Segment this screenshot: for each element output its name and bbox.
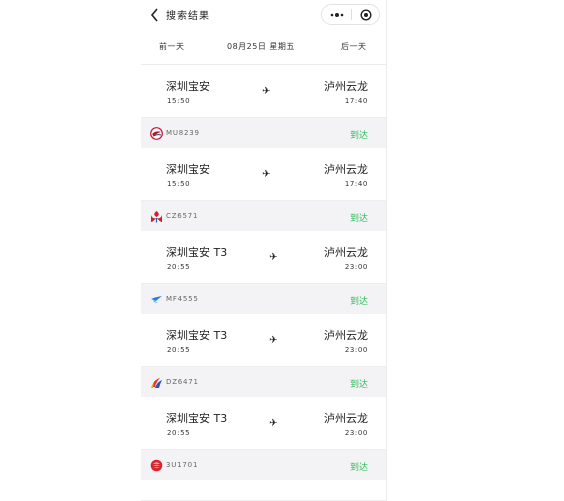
arrival-airport: 泸州云龙	[324, 246, 368, 259]
flight-header: CZ6571 到达	[141, 201, 386, 231]
flight-header: DZ6471 到达	[141, 367, 386, 397]
navigation-bar: 搜索结果	[141, 0, 386, 30]
flight-header: MF4555 到达	[141, 284, 386, 314]
arrival-airport: 泸州云龙	[324, 80, 368, 93]
route-card[interactable]: 深圳宝安 15:50 ✈ 泸州云龙 17:40	[141, 65, 386, 118]
flight-list: 深圳宝安 15:50 ✈ 泸州云龙 17:40 MU8239 到达 深圳宝安 1…	[141, 65, 386, 501]
departure-time: 20:55	[167, 263, 191, 271]
flight-number: MU8239	[166, 129, 200, 137]
chevron-left-icon[interactable]	[149, 7, 161, 23]
status-badge: 到达	[349, 131, 368, 141]
status-badge: 到达	[349, 297, 368, 307]
mini-program-capsule	[321, 4, 380, 25]
flight-header: MU8239 到达	[141, 118, 386, 148]
departure-airport: 深圳宝安	[166, 80, 210, 93]
status-badge: 到达	[349, 214, 368, 224]
flight-header: 3U1701 到达	[141, 450, 386, 480]
next-day-button[interactable]: 后一天	[341, 41, 367, 52]
route-card-partial[interactable]	[141, 480, 386, 501]
status-badge: 到达	[349, 380, 368, 390]
route-card[interactable]: 深圳宝安 T3 20:55 ✈ 泸州云龙 23:00	[141, 397, 386, 450]
plane-icon: ✈	[269, 335, 278, 346]
departure-airport: 深圳宝安 T3	[166, 412, 228, 425]
flight-number: DZ6471	[166, 378, 199, 386]
plane-icon: ✈	[269, 252, 278, 263]
arrival-time: 17:40	[344, 97, 368, 105]
departure-time: 20:55	[167, 346, 191, 354]
departure-airport: 深圳宝安 T3	[166, 246, 228, 259]
target-circle-icon[interactable]	[352, 5, 379, 24]
flight-number: MF4555	[166, 295, 199, 303]
departure-time: 15:50	[167, 97, 191, 105]
arrival-time: 23:00	[344, 263, 368, 271]
page-title: 搜索结果	[166, 11, 210, 22]
xiamen-airlines-logo	[151, 296, 162, 303]
departure-time: 15:50	[167, 180, 191, 188]
sichuan-airlines-logo	[150, 459, 163, 472]
departure-airport: 深圳宝安 T3	[166, 329, 228, 342]
flight-number: 3U1701	[166, 461, 199, 469]
prev-day-button[interactable]: 前一天	[159, 41, 185, 52]
arrival-airport: 泸州云龙	[324, 329, 368, 342]
departure-airport: 深圳宝安	[166, 163, 210, 176]
arrival-time: 17:40	[344, 180, 368, 188]
route-card[interactable]: 深圳宝安 15:50 ✈ 泸州云龙 17:40	[141, 148, 386, 201]
phone-screen: 搜索结果 前一天 08月25日 星期五 后一天 深圳宝安 15:50 ✈ 泸州云…	[141, 0, 387, 501]
departure-time: 20:55	[167, 429, 191, 437]
flight-number: CZ6571	[166, 212, 199, 220]
plane-icon: ✈	[262, 86, 271, 97]
china-eastern-logo	[150, 127, 163, 140]
more-dots-icon[interactable]	[322, 5, 351, 24]
arrival-time: 23:00	[344, 346, 368, 354]
route-card[interactable]: 深圳宝安 T3 20:55 ✈ 泸州云龙 23:00	[141, 231, 386, 284]
arrival-airport: 泸州云龙	[324, 412, 368, 425]
date-selector: 前一天 08月25日 星期五 后一天	[141, 30, 386, 65]
current-date[interactable]: 08月25日 星期五	[227, 41, 295, 52]
arrival-airport: 泸州云龙	[324, 163, 368, 176]
plane-icon: ✈	[262, 169, 271, 180]
status-badge: 到达	[349, 463, 368, 473]
plane-icon: ✈	[269, 418, 278, 429]
route-card[interactable]: 深圳宝安 T3 20:55 ✈ 泸州云龙 23:00	[141, 314, 386, 367]
donghai-airlines-logo	[151, 378, 162, 388]
china-southern-logo	[151, 211, 162, 223]
arrival-time: 23:00	[344, 429, 368, 437]
